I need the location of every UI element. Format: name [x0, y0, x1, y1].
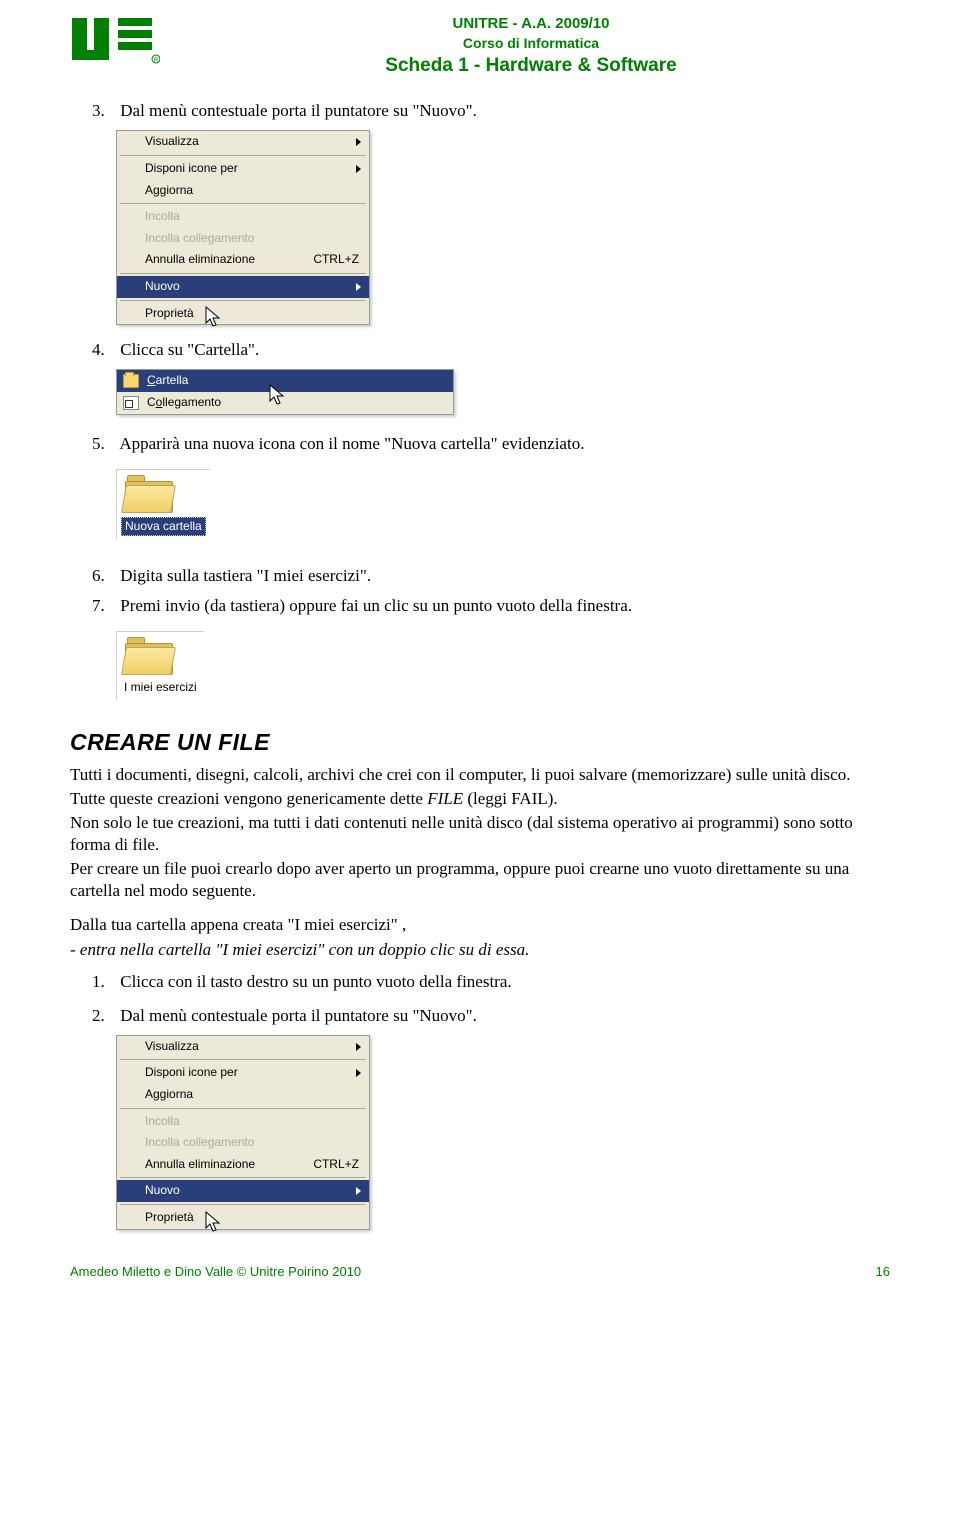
shortcut-label: CTRL+Z	[313, 1157, 359, 1173]
footer-left: Amedeo Miletto e Dino Valle © Unitre Poi…	[70, 1264, 361, 1281]
menu-item-annulla[interactable]: Annulla eliminazione CTRL+Z	[117, 1154, 369, 1176]
step-6: 6. Digita sulla tastiera "I miei eserciz…	[92, 565, 890, 587]
shortcut-icon	[123, 396, 139, 410]
menu-item-disponi[interactable]: Disponi icone per	[117, 158, 369, 180]
page-header: R UNITRE - A.A. 2009/10 Corso di Informa…	[70, 14, 890, 78]
step-text: Digita sulla tastiera "I miei esercizi".	[120, 566, 371, 585]
folder-label: I miei esercizi	[121, 679, 200, 697]
list-number: 2.	[92, 1005, 116, 1027]
svg-text:R: R	[154, 58, 159, 64]
list-item-1: 1. Clicca con il tasto destro su un punt…	[92, 971, 890, 993]
step-3: 3. Dal menù contestuale porta il puntato…	[92, 100, 890, 122]
menu-item-visualizza[interactable]: Visualizza	[117, 131, 369, 153]
cursor-icon	[205, 1211, 223, 1233]
paragraph: Non solo le tue creazioni, ma tutti i da…	[70, 812, 890, 856]
page-footer: Amedeo Miletto e Dino Valle © Unitre Poi…	[70, 1264, 890, 1281]
folder-icon	[123, 374, 139, 388]
menu-separator	[120, 300, 366, 301]
menu-separator	[120, 1059, 366, 1060]
menu-item-proprieta[interactable]: Proprietà	[117, 1207, 369, 1229]
menu-separator	[120, 273, 366, 274]
step-number: 6.	[92, 565, 116, 587]
header-line3: Scheda 1 - Hardware & Software	[172, 54, 890, 79]
step-text: Premi invio (da tastiera) oppure fai un …	[120, 596, 632, 615]
paragraph: Per creare un file puoi crearlo dopo ave…	[70, 858, 890, 902]
menu-separator	[120, 1108, 366, 1109]
cursor-icon	[205, 306, 223, 328]
step-number: 5.	[92, 433, 116, 455]
submenu-label: Cartella	[147, 373, 188, 389]
nuovo-submenu: Cartella Collegamento	[116, 369, 454, 414]
step-text: Clicca su "Cartella".	[120, 340, 259, 359]
menu-item-disponi[interactable]: Disponi icone per	[117, 1062, 369, 1084]
menu-item-nuovo[interactable]: Nuovo	[117, 1180, 369, 1202]
header-line2: Corso di Informatica	[172, 34, 890, 52]
step-text: Dal menù contestuale porta il puntatore …	[120, 101, 477, 120]
menu-item-nuovo[interactable]: Nuovo	[117, 276, 369, 298]
paragraph-block: Dalla tua cartella appena creata "I miei…	[70, 914, 890, 960]
menu-separator	[120, 1204, 366, 1205]
submenu-label: Collegamento	[147, 395, 221, 411]
header-title-block: UNITRE - A.A. 2009/10 Corso di Informati…	[172, 14, 890, 78]
page-number: 16	[876, 1264, 890, 1281]
step-number: 3.	[92, 100, 116, 122]
unitre-logo-icon: R	[70, 16, 160, 68]
new-folder-icon-block: Nuova cartella	[116, 469, 210, 540]
folder-icon	[121, 635, 175, 675]
menu-separator	[120, 203, 366, 204]
folder-label-selected[interactable]: Nuova cartella	[121, 517, 206, 537]
menu-item-incolla: Incolla	[117, 1111, 369, 1133]
renamed-folder-icon-block: I miei esercizi	[116, 631, 204, 700]
step-5: 5. Apparirà una nuova icona con il nome …	[92, 433, 890, 455]
paragraph: Tutti i documenti, disegni, calcoli, arc…	[70, 764, 890, 786]
cursor-icon	[269, 384, 287, 406]
list-text: Clicca con il tasto destro su un punto v…	[120, 972, 511, 991]
menu-item-incolla-coll: Incolla collegamento	[117, 228, 369, 250]
paragraph-italic: - entra nella cartella "I miei esercizi"…	[70, 939, 890, 961]
step-7: 7. Premi invio (da tastiera) oppure fai …	[92, 595, 890, 617]
menu-item-incolla: Incolla	[117, 206, 369, 228]
paragraph: Tutte queste creazioni vengono genericam…	[70, 788, 890, 810]
menu-separator	[120, 1177, 366, 1178]
context-menu: Visualizza Disponi icone per Aggiorna In…	[116, 130, 370, 325]
menu-item-incolla-coll: Incolla collegamento	[117, 1132, 369, 1154]
menu-item-visualizza[interactable]: Visualizza	[117, 1036, 369, 1058]
step-text: Apparirà una nuova icona con il nome "Nu…	[119, 434, 584, 453]
folder-icon	[121, 473, 175, 513]
menu-item-aggiorna[interactable]: Aggiorna	[117, 1084, 369, 1106]
menu-item-proprieta[interactable]: Proprietà	[117, 303, 369, 325]
menu-item-annulla[interactable]: Annulla eliminazione CTRL+Z	[117, 249, 369, 271]
paragraph: Dalla tua cartella appena creata "I miei…	[70, 914, 890, 936]
step-number: 4.	[92, 339, 116, 361]
step-4: 4. Clicca su "Cartella".	[92, 339, 890, 361]
menu-item-aggiorna[interactable]: Aggiorna	[117, 180, 369, 202]
shortcut-label: CTRL+Z	[313, 252, 359, 268]
step-number: 7.	[92, 595, 116, 617]
list-number: 1.	[92, 971, 116, 993]
context-menu: Visualizza Disponi icone per Aggiorna In…	[116, 1035, 370, 1230]
menu-separator	[120, 155, 366, 156]
list-item-2: 2. Dal menù contestuale porta il puntato…	[92, 1005, 890, 1027]
section-heading: CREARE UN FILE	[70, 728, 890, 758]
header-line1: UNITRE - A.A. 2009/10	[172, 14, 890, 34]
list-text: Dal menù contestuale porta il puntatore …	[120, 1006, 477, 1025]
